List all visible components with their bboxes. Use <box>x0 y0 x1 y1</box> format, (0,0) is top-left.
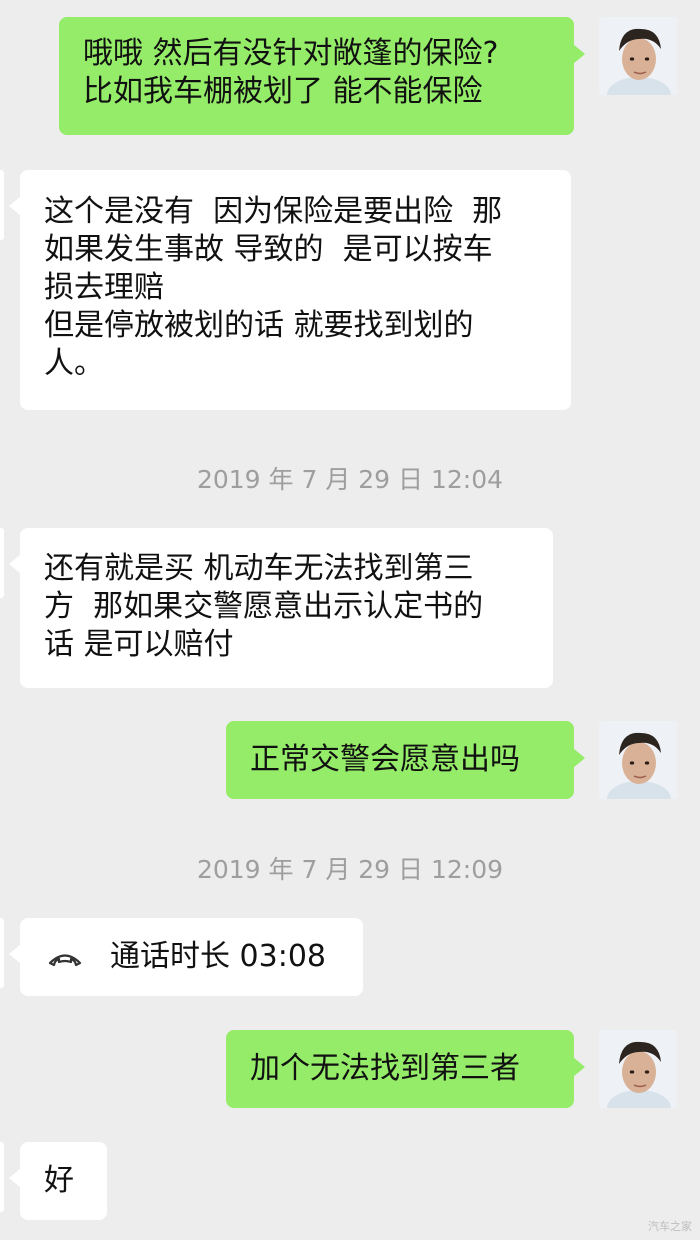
message-bubble-outgoing[interactable]: 哦哦 然后有没针对敞篷的保险? 比如我车棚被划了 能不能保险 <box>59 17 574 135</box>
message-bubble-incoming[interactable]: 这个是没有 因为保险是要出险 那 如果发生事故 导致的 是可以按车 损去理赔 但… <box>20 170 571 410</box>
timestamp: 2019 年 7 月 29 日 12:09 <box>196 855 504 884</box>
avatar-self[interactable] <box>599 721 677 799</box>
avatar-other[interactable] <box>0 170 4 240</box>
bubble-tail <box>573 1057 585 1077</box>
message-bubble-outgoing[interactable]: 加个无法找到第三者 <box>226 1030 574 1108</box>
bubble-tail <box>573 44 585 64</box>
call-duration-text: 通话时长 03:08 <box>110 939 326 974</box>
avatar-other[interactable] <box>0 1142 4 1212</box>
avatar-photo <box>599 721 677 799</box>
call-record-bubble[interactable]: 通话时长 03:08 <box>20 918 363 996</box>
avatar-other[interactable] <box>0 528 4 598</box>
avatar-photo <box>599 1030 677 1108</box>
avatar-self[interactable] <box>599 1030 677 1108</box>
watermark: 汽车之家 <box>648 1220 692 1233</box>
message-bubble-incoming[interactable]: 还有就是买 机动车无法找到第三 方 那如果交警愿意出示认定书的 话 是可以赔付 <box>20 528 553 688</box>
phone-hangup-icon <box>48 954 82 967</box>
message-bubble-incoming[interactable]: 好 <box>20 1142 107 1220</box>
avatar-photo <box>599 17 677 95</box>
message-bubble-outgoing[interactable]: 正常交警会愿意出吗 <box>226 721 574 799</box>
bubble-tail <box>573 748 585 768</box>
avatar-self[interactable] <box>599 17 677 95</box>
timestamp: 2019 年 7 月 29 日 12:04 <box>196 465 504 494</box>
avatar-other[interactable] <box>0 918 4 988</box>
